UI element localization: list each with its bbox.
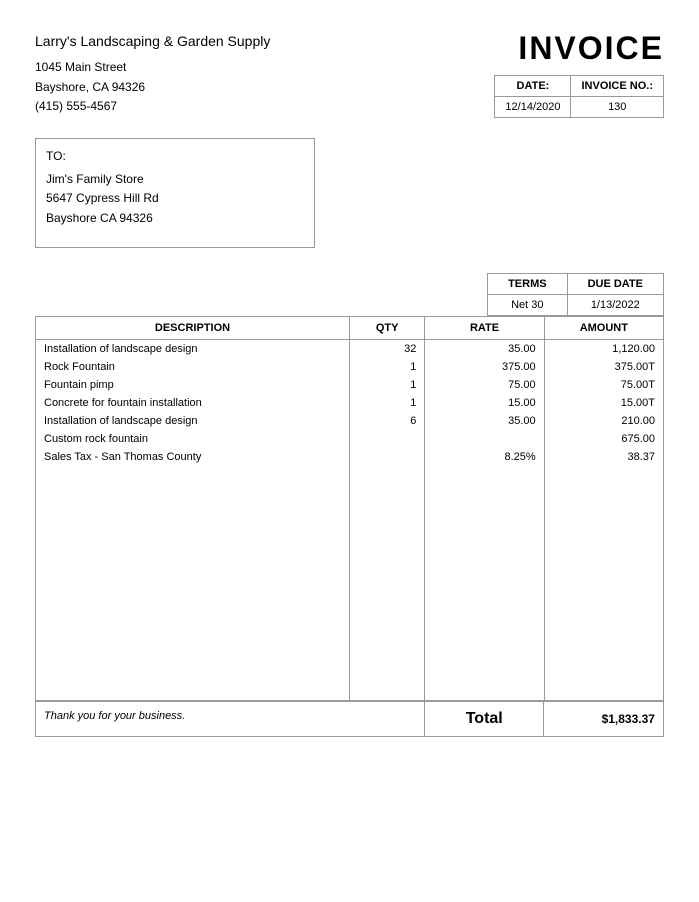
row-rate: [425, 430, 544, 448]
to-label: TO:: [46, 147, 304, 166]
company-phone: (415) 555-4567: [35, 97, 270, 116]
row-qty: 32: [350, 340, 425, 359]
empty-row: [36, 664, 664, 682]
row-rate: 8.25%: [425, 448, 544, 466]
total-label: Total: [425, 701, 545, 737]
empty-row: [36, 556, 664, 574]
due-date-value: 1/13/2022: [567, 295, 663, 316]
table-row: Rock Fountain1375.00375.00T: [36, 358, 664, 376]
row-qty: 1: [350, 358, 425, 376]
row-qty: 1: [350, 376, 425, 394]
row-description: Fountain pimp: [36, 376, 350, 394]
company-address2: Bayshore, CA 94326: [35, 78, 270, 97]
invoice-right: INVOICE DATE: INVOICE NO.: 12/14/2020 13…: [494, 30, 664, 118]
row-description: Concrete for fountain installation: [36, 394, 350, 412]
empty-row: [36, 682, 664, 701]
invoice-page: Larry's Landscaping & Garden Supply 1045…: [0, 0, 699, 902]
row-amount: 38.37: [544, 448, 663, 466]
header-qty: QTY: [350, 317, 425, 340]
row-rate: 375.00: [425, 358, 544, 376]
invoice-no-label: INVOICE NO.:: [571, 76, 664, 97]
row-rate: 75.00: [425, 376, 544, 394]
table-row: Installation of landscape design3235.001…: [36, 340, 664, 359]
row-description: Sales Tax - San Thomas County: [36, 448, 350, 466]
row-description: Installation of landscape design: [36, 412, 350, 430]
table-row: Concrete for fountain installation115.00…: [36, 394, 664, 412]
empty-row: [36, 592, 664, 610]
company-info: Larry's Landscaping & Garden Supply 1045…: [35, 30, 270, 116]
invoice-no-value: 130: [571, 97, 664, 118]
header: Larry's Landscaping & Garden Supply 1045…: [35, 30, 664, 118]
empty-row: [36, 466, 664, 484]
terms-section: TERMS DUE DATE Net 30 1/13/2022: [35, 273, 664, 316]
thank-you-cell: Thank you for your business.: [35, 701, 425, 737]
table-row: Custom rock fountain 675.00: [36, 430, 664, 448]
terms-due-table: TERMS DUE DATE Net 30 1/13/2022: [487, 273, 664, 316]
row-amount: 15.00T: [544, 394, 663, 412]
row-qty: 6: [350, 412, 425, 430]
row-amount: 1,120.00: [544, 340, 663, 359]
empty-row: [36, 646, 664, 664]
table-row: Sales Tax - San Thomas County 8.25%38.37: [36, 448, 664, 466]
row-qty: 1: [350, 394, 425, 412]
company-address1: 1045 Main Street: [35, 58, 270, 77]
due-date-label: DUE DATE: [567, 274, 663, 295]
empty-row: [36, 538, 664, 556]
line-items-table: DESCRIPTION QTY RATE AMOUNT Installation…: [35, 316, 664, 701]
empty-row: [36, 610, 664, 628]
invoice-meta-table: DATE: INVOICE NO.: 12/14/2020 130: [494, 75, 664, 118]
terms-value: Net 30: [488, 295, 568, 316]
date-label: DATE:: [495, 76, 571, 97]
table-row: Fountain pimp175.0075.00T: [36, 376, 664, 394]
row-qty: [350, 430, 425, 448]
row-description: Rock Fountain: [36, 358, 350, 376]
recipient-name: Jim's Family Store: [46, 170, 304, 189]
empty-row: [36, 574, 664, 592]
row-amount: 75.00T: [544, 376, 663, 394]
header-amount: AMOUNT: [544, 317, 663, 340]
row-qty: [350, 448, 425, 466]
total-amount: $1,833.37: [544, 701, 664, 737]
row-amount: 210.00: [544, 412, 663, 430]
header-rate: RATE: [425, 317, 544, 340]
table-row: Installation of landscape design635.0021…: [36, 412, 664, 430]
row-rate: 35.00: [425, 412, 544, 430]
recipient-address1: 5647 Cypress Hill Rd: [46, 189, 304, 208]
footer-row: Thank you for your business. Total $1,83…: [35, 701, 664, 737]
terms-label: TERMS: [488, 274, 568, 295]
row-description: Installation of landscape design: [36, 340, 350, 359]
empty-row: [36, 502, 664, 520]
invoice-title: INVOICE: [494, 30, 664, 67]
row-rate: 35.00: [425, 340, 544, 359]
empty-row: [36, 520, 664, 538]
row-description: Custom rock fountain: [36, 430, 350, 448]
empty-row: [36, 484, 664, 502]
header-description: DESCRIPTION: [36, 317, 350, 340]
company-name: Larry's Landscaping & Garden Supply: [35, 30, 270, 52]
row-amount: 375.00T: [544, 358, 663, 376]
recipient-address2: Bayshore CA 94326: [46, 209, 304, 228]
date-value: 12/14/2020: [495, 97, 571, 118]
empty-row: [36, 628, 664, 646]
row-rate: 15.00: [425, 394, 544, 412]
to-box: TO: Jim's Family Store 5647 Cypress Hill…: [35, 138, 315, 248]
row-amount: 675.00: [544, 430, 663, 448]
